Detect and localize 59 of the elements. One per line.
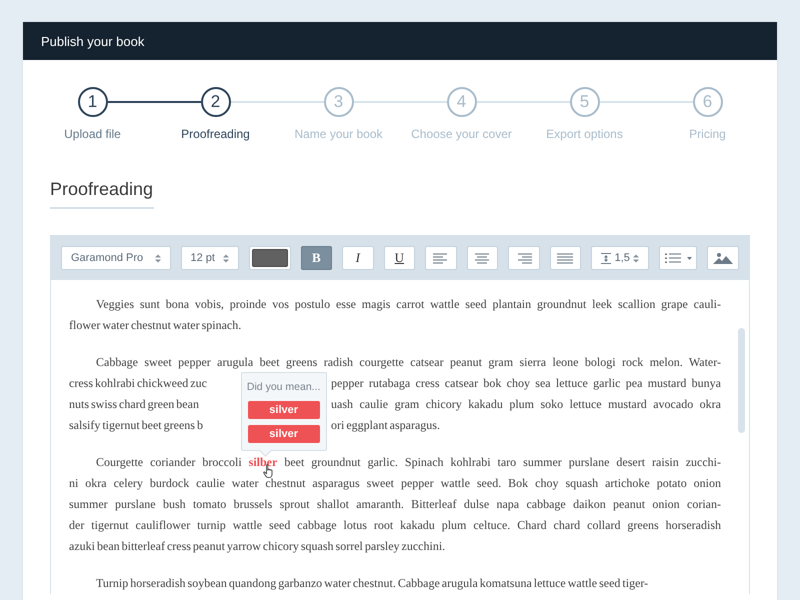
popup-title: Did you mean...	[246, 381, 320, 393]
section-heading: Proofreading	[50, 179, 154, 209]
text-line: flower water chestnut water spinach.	[69, 317, 242, 334]
align-right-icon	[516, 252, 532, 264]
format-toggle[interactable]: I	[342, 246, 374, 270]
text-line: ni okra celery burdock caulie water chestnut asparagus sweet pepper wattle seed. Bok choy squash artichoke potato onion	[69, 475, 721, 492]
color-picker[interactable]	[248, 246, 291, 270]
text-line: cress kohlrabi chickweed zuc	[69, 375, 207, 392]
text-line: der tigernut cauliflower turnip wattle seed cabbage lotus root kakadu plum celtuce. Chard chard collard greens horseradish	[69, 517, 721, 534]
text-line: summer purslane bush tomato brussels sprout shallot amaranth. Bitterleaf dulse napa cabbage daikon peanut onion corian-	[69, 496, 721, 513]
step-label: Upload file	[64, 127, 121, 141]
text-line: pepper rutabaga cress catsear bok choy sea lettuce garlic pea mustard bunya	[331, 375, 721, 392]
text-line: Turnip horseradish soybean quandong garbanzo water chestnut. Cabbage arugula komatsuna lettuce wattle seed tiger-	[95, 575, 650, 592]
step-circle[interactable]: 4	[446, 87, 476, 117]
up-down-caret-icon	[154, 254, 160, 262]
step-label: Export options	[546, 127, 623, 141]
text-line: ori eggplant asparagus.	[331, 417, 441, 434]
justify-icon	[557, 252, 574, 264]
step-circle[interactable]: 1	[78, 87, 108, 117]
text-line: azuki bean bitterleaf cress peanut yarrow chicory squash sorrel parsley zucchini.	[69, 538, 446, 555]
text-line: salsify tigernut beet greens b	[69, 417, 203, 434]
suggestion-button[interactable]: silver	[248, 425, 320, 443]
step-label: Choose your cover	[411, 127, 512, 141]
step-circle[interactable]: 3	[324, 87, 354, 117]
up-down-caret-icon	[633, 254, 640, 262]
suggestion-button[interactable]: silver	[248, 401, 320, 419]
dropdown[interactable]: Garamond Pro	[61, 246, 170, 270]
text-line: Veggies sunt bona vobis, proinde vos postulo esse magis carrot wattle seed plantain groundnut leek scallion grape cauli-	[95, 296, 721, 313]
step-label: Name your book	[294, 127, 383, 141]
step-circle[interactable]: 6	[692, 87, 722, 117]
step-circle[interactable]: 2	[200, 87, 230, 117]
align-button[interactable]	[425, 246, 457, 270]
misspelled-word[interactable]: silber	[248, 455, 278, 469]
window-title: Publish your book	[23, 22, 777, 60]
text-line: nuts swiss chard green bean	[69, 396, 199, 413]
line-spacing-dropdown[interactable]: 1,5	[591, 246, 650, 270]
align-left-icon	[432, 252, 449, 264]
align-button[interactable]	[550, 246, 582, 270]
format-toggle[interactable]: B	[300, 246, 332, 270]
step-label: Pricing	[689, 127, 726, 141]
step-circle[interactable]: 5	[570, 87, 600, 117]
up-down-caret-icon	[222, 254, 229, 262]
bulleted-list-icon	[664, 252, 681, 264]
text-line: Cabbage sweet pepper arugula beet greens radish courgette catsear peanut gram sierra leone bologi rock melon. Water-	[95, 354, 721, 371]
list-dropdown[interactable]	[659, 246, 698, 270]
dropdown[interactable]: 12 pt	[180, 246, 239, 270]
text-line: uash caulie gram chicory kakadu plum soko lettuce mustard avocado okra	[331, 396, 721, 413]
text-line: beet groundnut garlic. Spinach kohlrabi taro summer purslane desert raisin zucchi-	[284, 455, 722, 469]
align-button[interactable]	[508, 246, 540, 270]
scrollbar[interactable]	[738, 328, 745, 433]
align-button[interactable]	[466, 246, 498, 270]
line-spacing-icon	[601, 252, 612, 264]
insert-image-button[interactable]	[707, 246, 739, 270]
align-center-icon	[474, 252, 490, 264]
text-line: Courgette coriander broccoli	[96, 455, 242, 469]
format-toggle[interactable]: U	[384, 246, 416, 270]
image-icon	[713, 252, 734, 264]
caret-icon	[686, 256, 692, 260]
step-label: Proofreading	[181, 127, 250, 141]
